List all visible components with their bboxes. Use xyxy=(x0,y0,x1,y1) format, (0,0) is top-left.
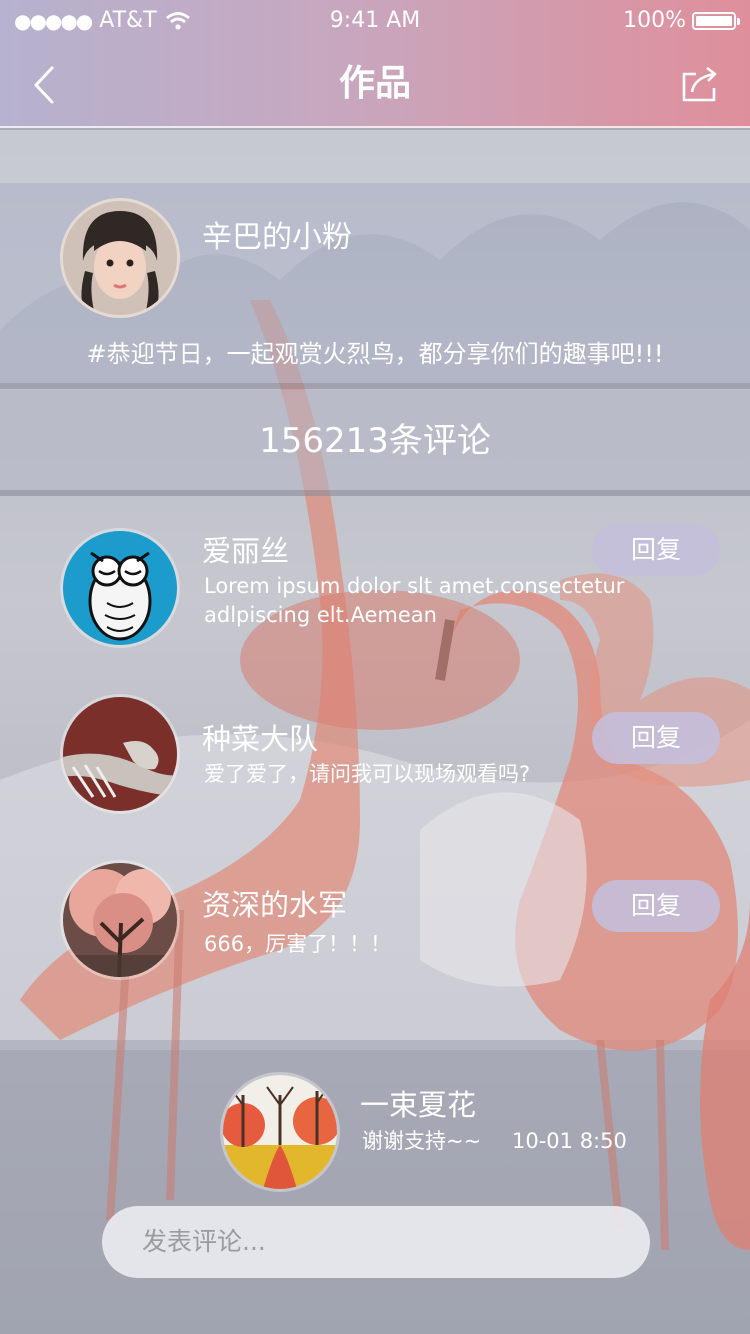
comment-author-name[interactable]: 爱丽丝 xyxy=(202,530,289,572)
reply-button[interactable]: 回复 xyxy=(592,524,720,576)
post-text: #恭迎节日，一起观赏火烈鸟，都分享你们的趣事吧!!! xyxy=(86,340,664,368)
comment-count: 156213条评论 xyxy=(259,421,491,461)
reply-author-name[interactable]: 一束夏花 xyxy=(360,1084,476,1126)
divider xyxy=(0,383,750,389)
reply-button[interactable]: 回复 xyxy=(592,880,720,932)
comment-author-name[interactable]: 种菜大队 xyxy=(202,718,318,760)
avatar-comment[interactable] xyxy=(60,528,180,648)
reply-button[interactable]: 回复 xyxy=(592,712,720,764)
avatar-comment[interactable] xyxy=(60,694,180,814)
battery-icon xyxy=(692,12,740,30)
comment-text: 666，厉害了！！！ xyxy=(204,932,392,956)
comment-input[interactable]: 发表评论... xyxy=(102,1206,650,1278)
comment-text: Lorem ipsum dolor slt amet.consectetur a… xyxy=(204,574,625,627)
share-icon[interactable] xyxy=(680,64,720,104)
reply-text: 谢谢支持~~ xyxy=(362,1129,482,1153)
avatar-reply[interactable] xyxy=(220,1072,340,1192)
divider xyxy=(0,490,750,496)
nav-bar: ●●●●● AT&T 9:41 AM 100% 作品 xyxy=(0,0,750,128)
avatar-comment[interactable] xyxy=(60,860,180,980)
avatar-post-author[interactable] xyxy=(60,198,180,318)
page-title: 作品 xyxy=(338,63,411,104)
comment-author-name[interactable]: 资深的水军 xyxy=(202,884,347,926)
battery-label: 100% xyxy=(623,8,686,33)
comment-text: 爱了爱了，请问我可以现场观看吗? xyxy=(204,762,531,786)
post-author-name[interactable]: 辛巴的小粉 xyxy=(202,216,352,260)
status-battery: 100% xyxy=(623,6,740,36)
reply-timestamp: 10-01 8:50 xyxy=(512,1129,627,1153)
